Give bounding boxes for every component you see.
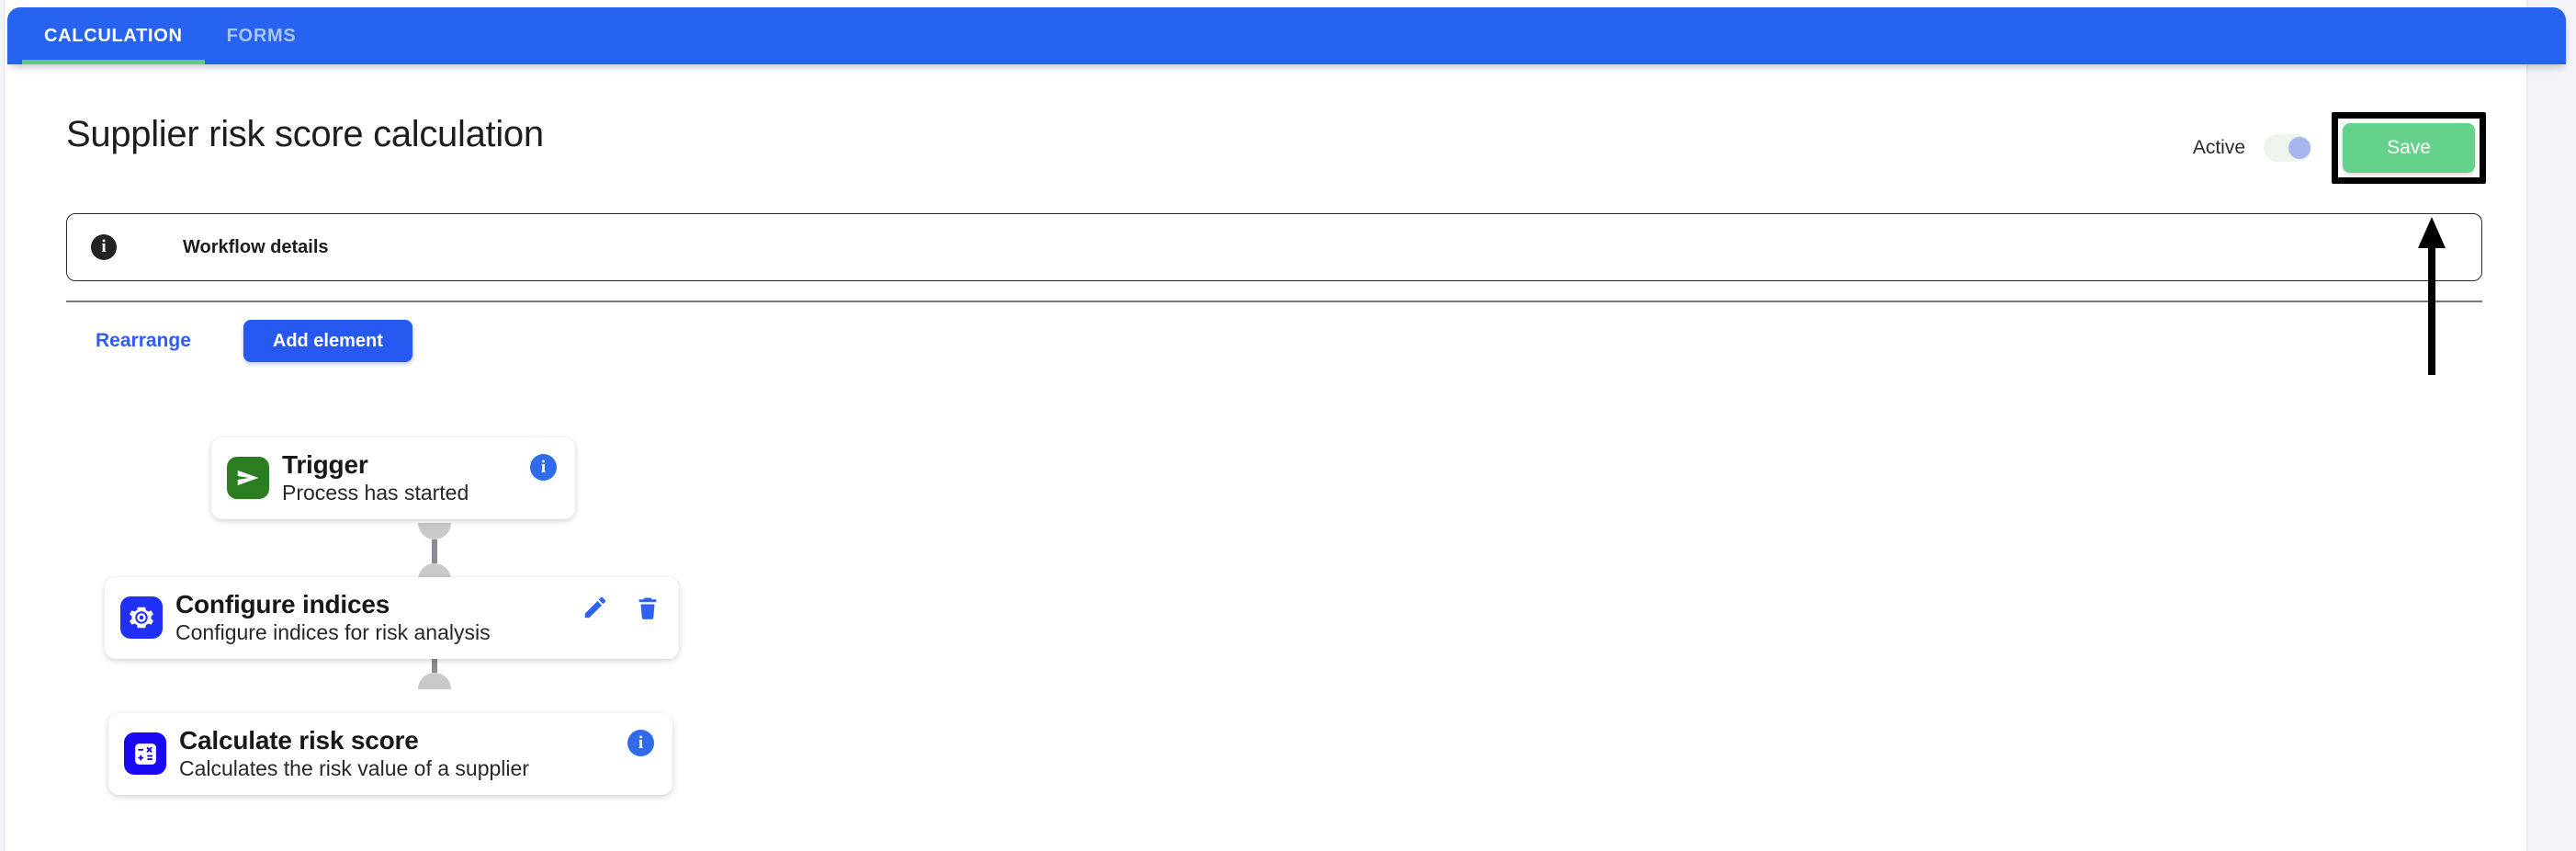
- step-actions: i: [530, 454, 557, 481]
- top-tab-bar: CALCULATION FORMS: [7, 7, 2566, 64]
- tab-list: CALCULATION FORMS: [22, 7, 318, 64]
- active-toggle-knob: [2288, 137, 2310, 159]
- send-arrow-icon: [227, 457, 269, 500]
- section-divider: [66, 301, 2482, 302]
- save-button[interactable]: Save: [2343, 123, 2475, 173]
- connector-trigger-to-configure: [418, 523, 451, 580]
- trash-icon[interactable]: [635, 594, 661, 621]
- workflow-step-trigger[interactable]: Trigger Process has started i: [211, 437, 575, 519]
- tab-forms[interactable]: FORMS: [205, 7, 319, 64]
- pencil-icon[interactable]: [582, 594, 609, 621]
- tab-calculation[interactable]: CALCULATION: [22, 7, 205, 64]
- workflow-step-calculate-risk-score[interactable]: Calculate risk score Calculates the risk…: [108, 713, 672, 795]
- content-area: Supplier risk score calculation Active S…: [44, 77, 2504, 851]
- app-root: CALCULATION FORMS Supplier risk score ca…: [0, 0, 2576, 851]
- tab-calculation-label: CALCULATION: [44, 25, 183, 46]
- connector-stem: [432, 539, 437, 563]
- connector-cap-bottom: [418, 673, 451, 689]
- step-actions: [582, 594, 661, 621]
- info-icon: i: [91, 234, 117, 260]
- flow-action-row: Rearrange Add element: [66, 320, 412, 362]
- workflow-step-configure-indices[interactable]: Configure indices Configure indices for …: [105, 577, 679, 659]
- step-actions: i: [627, 730, 654, 756]
- workflow-step-text: Trigger Process has started: [282, 450, 530, 506]
- workflow-step-text: Calculate risk score Calculates the risk…: [179, 726, 627, 782]
- tab-forms-label: FORMS: [226, 25, 297, 46]
- workflow-details-label: Workflow details: [183, 236, 329, 257]
- step-subtitle: Process has started: [282, 481, 469, 505]
- page-header-actions: Active Save: [2193, 112, 2486, 184]
- step-subtitle: Calculates the risk value of a supplier: [179, 756, 529, 781]
- info-icon[interactable]: i: [627, 730, 654, 756]
- calculator-icon: [124, 732, 166, 776]
- page-title: Supplier risk score calculation: [66, 114, 544, 154]
- info-icon[interactable]: i: [530, 454, 557, 481]
- workflow-step-text: Configure indices Configure indices for …: [175, 590, 582, 646]
- step-title: Trigger: [282, 450, 368, 479]
- step-title: Configure indices: [175, 590, 390, 618]
- active-toggle[interactable]: [2264, 134, 2311, 162]
- step-title: Calculate risk score: [179, 726, 419, 755]
- save-button-annotation-box: Save: [2332, 112, 2486, 184]
- connector-cap-top: [418, 523, 451, 539]
- step-subtitle: Configure indices for risk analysis: [175, 620, 491, 645]
- panel-right-edge: [2526, 0, 2527, 851]
- rearrange-button[interactable]: Rearrange: [96, 330, 191, 352]
- add-element-button[interactable]: Add element: [243, 320, 412, 362]
- gear-icon: [120, 596, 163, 640]
- workflow-details-bar[interactable]: i Workflow details: [66, 213, 2482, 281]
- active-toggle-label: Active: [2192, 137, 2245, 158]
